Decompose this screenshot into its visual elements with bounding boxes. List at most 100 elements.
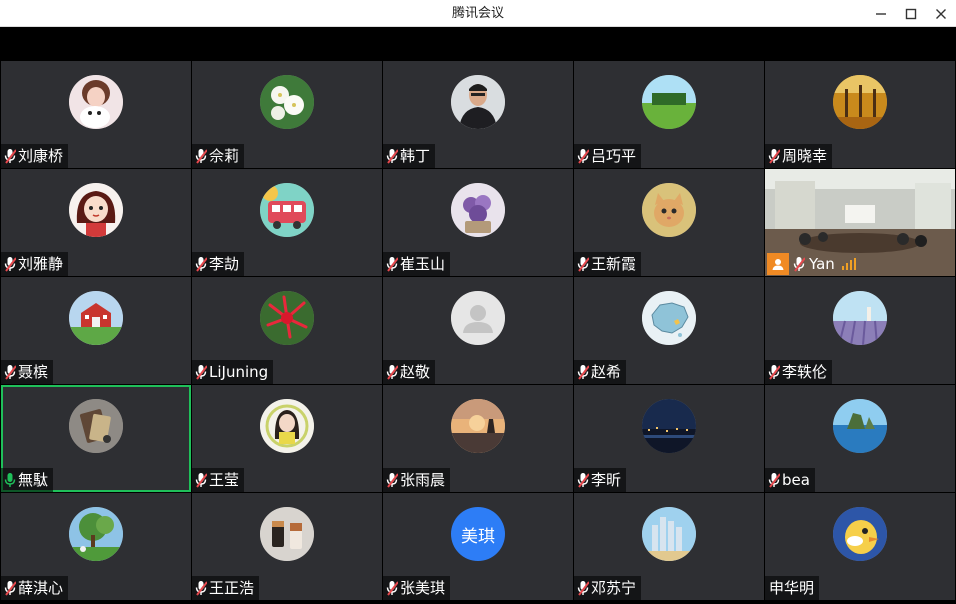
participant-tile[interactable]: 李轶伦 [765,277,955,384]
participant-tile[interactable]: 吕巧平 [574,61,764,168]
participant-tile[interactable]: 王莹 [192,385,382,492]
mic-muted-icon[interactable] [385,255,399,273]
participant-tile[interactable]: 聂槟 [1,277,191,384]
cartoon-girl [69,183,123,237]
participant-tile[interactable]: 赵希 [574,277,764,384]
participant-name: 韩丁 [400,147,431,165]
maximize-button[interactable] [896,0,926,27]
participant-tile[interactable]: 刘康桥 [1,61,191,168]
mic-muted-icon[interactable] [194,255,208,273]
participant-tile[interactable]: 崔玉山 [383,169,573,276]
autumn-trees-photo [833,75,887,129]
mic-muted-icon[interactable] [194,579,208,597]
participant-name-bar: 崔玉山 [383,252,451,276]
mic-muted-icon[interactable] [576,363,590,381]
close-button[interactable] [926,0,956,27]
participant-tile[interactable]: 美琪 张美琪 [383,493,573,600]
participant-name-bar: 王新霞 [574,252,642,276]
mic-muted-icon[interactable] [767,147,781,165]
mic-muted-icon[interactable] [3,579,17,597]
girl-dog-photo [69,75,123,129]
participant-name: 佘莉 [209,147,240,165]
participant-tile[interactable]: 邓苏宁 [574,493,764,600]
mic-on-icon[interactable] [3,471,17,489]
participant-avatar [642,183,696,237]
participant-tile[interactable]: 张雨晨 [383,385,573,492]
participant-avatar [69,183,123,237]
participant-tile[interactable]: bea [765,385,955,492]
participant-tile[interactable]: Yan [765,169,955,276]
participant-tile[interactable]: 刘雅静 [1,169,191,276]
participant-avatar [451,183,505,237]
participant-avatar [260,291,314,345]
participant-avatar [260,183,314,237]
participant-name-bar: 王正浩 [192,576,260,600]
participant-name: 聂槟 [18,363,49,381]
participant-name: 王新霞 [591,255,637,273]
mic-muted-icon[interactable] [3,255,17,273]
participant-tile[interactable]: 周晓幸 [765,61,955,168]
participant-tile[interactable]: 赵敬 [383,277,573,384]
cartoon-duck [833,507,887,561]
participant-name-bar: 聂槟 [1,360,54,384]
top-toolbar-area [0,27,956,61]
purple-flowers-photo [451,183,505,237]
sea-rock-photo [833,399,887,453]
man-portrait-photo [451,75,505,129]
participant-avatar [833,75,887,129]
participant-tile[interactable]: 李昕 [574,385,764,492]
participant-tile[interactable]: 王新霞 [574,169,764,276]
china-map [642,291,696,345]
mic-muted-icon[interactable] [3,147,17,165]
sunset-silhouette-photo [451,399,505,453]
participant-name: 周晓幸 [782,147,828,165]
participant-name-bar: bea [765,468,815,492]
participant-name: 吕巧平 [591,147,637,165]
participant-tile[interactable]: 佘莉 [192,61,382,168]
participant-name-bar: 张美琪 [383,576,451,600]
mic-muted-icon[interactable] [194,147,208,165]
participant-name: 申华明 [769,579,815,597]
mic-muted-icon[interactable] [385,471,399,489]
participant-tile[interactable]: 申华明 [765,493,955,600]
red-bus-illustration [260,183,314,237]
participant-tile[interactable]: 無駄 [1,385,191,492]
mic-muted-icon[interactable] [385,147,399,165]
participant-avatar [642,75,696,129]
mic-muted-icon[interactable] [576,579,590,597]
lipstick-photo [260,507,314,561]
participant-tile[interactable]: LiJuning [192,277,382,384]
white-flowers-photo [260,75,314,129]
participant-name-bar: 赵希 [574,360,627,384]
person-icon [767,253,789,275]
participant-name-bar: 邓苏宁 [574,576,642,600]
participant-name: bea [782,471,810,489]
mic-muted-icon[interactable] [576,471,590,489]
mic-muted-icon[interactable] [576,147,590,165]
participant-grid: 刘康桥 佘莉 韩丁 吕巧平 周晓幸刘雅静 李劼 崔玉山 王新霞 Yan 聂槟 LiJuning 赵敬… [0,61,956,604]
mic-muted-icon[interactable] [385,363,399,381]
participant-tile[interactable]: 薛淇心 [1,493,191,600]
participant-tile[interactable]: 李劼 [192,169,382,276]
participant-name: 崔玉山 [400,255,446,273]
participant-name-bar: 李轶伦 [765,360,833,384]
participant-tile[interactable]: 韩丁 [383,61,573,168]
mic-muted-icon[interactable] [3,363,17,381]
mic-muted-icon[interactable] [576,255,590,273]
mic-muted-icon[interactable] [194,471,208,489]
minimize-button[interactable] [866,0,896,27]
mic-muted-icon[interactable] [767,471,781,489]
participant-name-bar: Yan [765,252,862,276]
mic-muted-icon[interactable] [385,579,399,597]
garden-tree-photo [69,507,123,561]
participant-name: 赵希 [591,363,622,381]
mic-muted-icon[interactable] [792,255,806,273]
participant-avatar [260,399,314,453]
participant-name-bar: 刘康桥 [1,144,69,168]
participant-name: 李昕 [591,471,622,489]
mic-muted-icon[interactable] [194,363,208,381]
participant-tile[interactable]: 王正浩 [192,493,382,600]
participant-name-bar: 無駄 [1,468,54,492]
mic-muted-icon[interactable] [767,363,781,381]
participant-name: 李劼 [209,255,240,273]
